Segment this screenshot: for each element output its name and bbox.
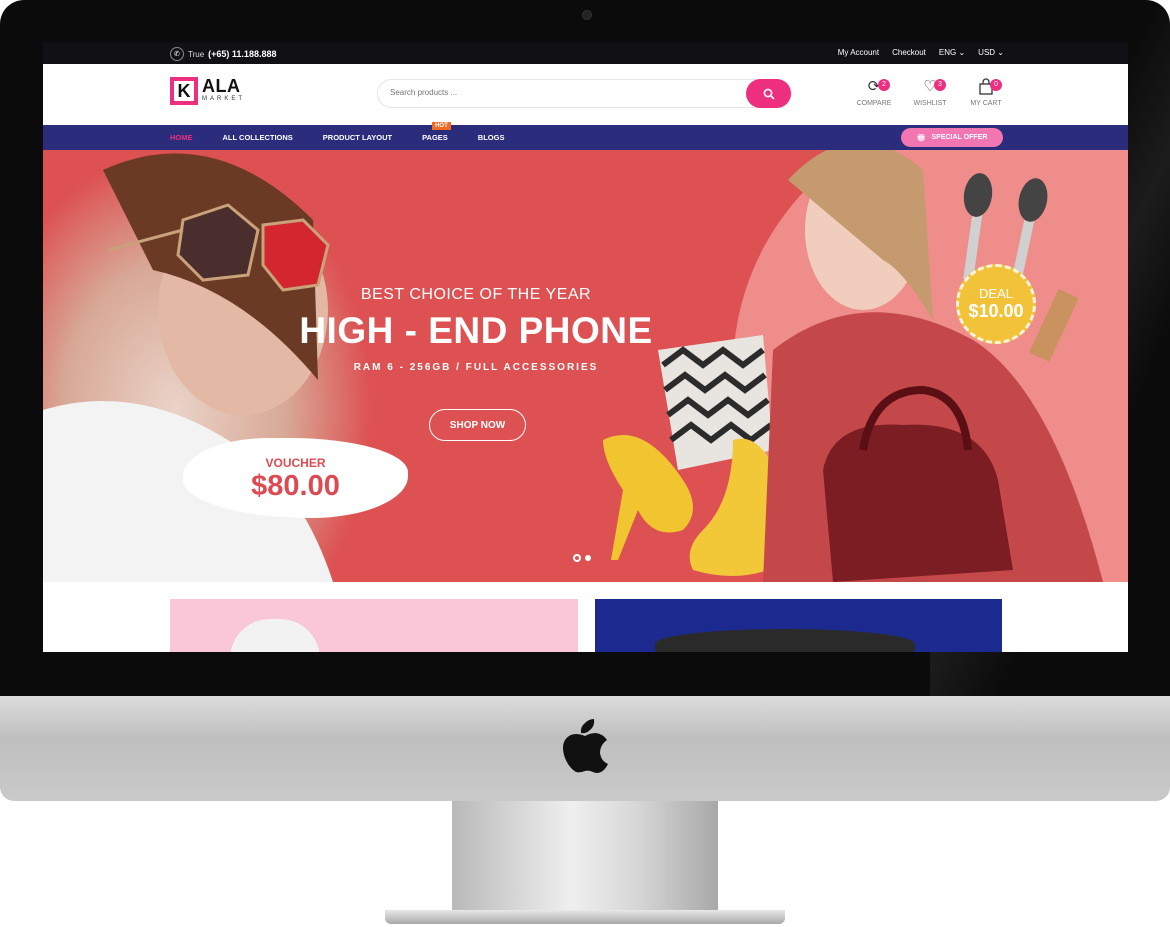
my-account-link[interactable]: My Account: [838, 48, 879, 57]
speaker-image: [230, 619, 320, 652]
nav-product-layout[interactable]: PRODUCT LAYOUT: [323, 133, 392, 142]
checkout-link[interactable]: Checkout: [892, 48, 926, 57]
top-links: My Account Checkout ENG ⌄ USD ⌄: [838, 48, 1004, 57]
compare-button[interactable]: ⟳ 2 COMPARE: [856, 78, 892, 107]
cart-button[interactable]: 0 MY CART: [968, 78, 1004, 107]
nav-items: HOME ALL COLLECTIONS PRODUCT LAYOUT PAGE…: [170, 122, 534, 150]
cart-label: MY CART: [970, 100, 1002, 107]
slider-dots: [573, 554, 591, 562]
top-bar: ✆ True (+65) 11.188.888 My Account Check…: [43, 42, 1128, 64]
phone-icon: ✆: [170, 47, 184, 61]
nav-pages[interactable]: PAGES HOT: [422, 122, 451, 142]
hero-text: BEST CHOICE OF THE YEAR HIGH - END PHONE…: [271, 286, 681, 373]
deal-amount: $10.00: [968, 301, 1024, 321]
nav-home[interactable]: HOME: [170, 133, 193, 142]
hero-kicker: BEST CHOICE OF THE YEAR: [360, 286, 592, 303]
site-header: K ALA MARKET ⟳ 2: [43, 64, 1128, 125]
phone-contact[interactable]: ✆ True (+65) 11.188.888: [170, 47, 276, 61]
website-screen: ✆ True (+65) 11.188.888 My Account Check…: [43, 42, 1128, 652]
voucher-amount: $80.00: [251, 469, 340, 502]
hero-slider: BEST CHOICE OF THE YEAR HIGH - END PHONE…: [43, 150, 1128, 582]
gift-icon: 🎁︎: [916, 134, 926, 142]
deal-label: DEAL: [979, 286, 1013, 301]
main-nav: HOME ALL COLLECTIONS PRODUCT LAYOUT PAGE…: [43, 122, 1128, 150]
search-button[interactable]: [746, 79, 791, 108]
headphones-image: [655, 629, 915, 652]
header-actions: ⟳ 2 COMPARE ♡ 3 WISHLIST 0 MY CART: [856, 78, 1004, 107]
logo-letter: K: [174, 81, 194, 101]
logo-sub-text: MARKET: [202, 96, 246, 102]
wishlist-count-badge: 3: [934, 79, 946, 91]
voucher-label: VOUCHER: [265, 455, 326, 470]
special-offer-label: SPECIAL OFFER: [931, 134, 988, 141]
nav-all-collections[interactable]: ALL COLLECTIONS: [223, 133, 293, 142]
hero-title: HIGH - END PHONE: [299, 310, 653, 351]
monitor-stand: [452, 801, 718, 913]
search-bar: [377, 79, 792, 108]
cart-count-badge: 0: [990, 79, 1002, 91]
slider-dot-1[interactable]: [573, 554, 581, 562]
search-input[interactable]: [388, 87, 732, 98]
wishlist-button[interactable]: ♡ 3 WISHLIST: [912, 78, 948, 107]
site-logo[interactable]: K ALA MARKET: [170, 77, 245, 105]
language-select[interactable]: ENG ⌄: [939, 48, 965, 57]
wishlist-label: WISHLIST: [913, 100, 947, 107]
monitor-stand-foot: [385, 910, 785, 924]
hot-badge: HOT: [432, 122, 451, 130]
nav-pages-label: PAGES: [422, 133, 448, 142]
camera-icon: [582, 10, 592, 20]
phone-prefix: True: [188, 49, 205, 59]
apple-logo-icon: [563, 719, 608, 773]
phone-number: (+65) 11.188.888: [208, 49, 277, 59]
promo-banner-left[interactable]: [170, 599, 578, 652]
search-icon: [763, 88, 775, 100]
compare-count-badge: 2: [878, 79, 890, 91]
hero-subtitle: RAM 6 - 256GB / FULL ACCESSORIES: [353, 362, 599, 373]
nav-blogs[interactable]: BLOGS: [478, 133, 505, 142]
special-offer-button[interactable]: 🎁︎ SPECIAL OFFER: [901, 128, 1003, 147]
logo-text: ALA MARKET: [202, 77, 245, 102]
shop-now-button[interactable]: SHOP NOW: [429, 409, 526, 441]
deal-badge: DEAL $10.00: [956, 264, 1036, 344]
logo-mark: K: [170, 77, 198, 105]
slider-dot-2[interactable]: [585, 555, 591, 561]
monitor-bezel: ✆ True (+65) 11.188.888 My Account Check…: [0, 0, 1170, 696]
promo-banner-right[interactable]: [595, 599, 1002, 652]
currency-select[interactable]: USD ⌄: [978, 48, 1004, 57]
compare-label: COMPARE: [856, 100, 892, 107]
logo-main-text: ALA: [202, 76, 241, 96]
